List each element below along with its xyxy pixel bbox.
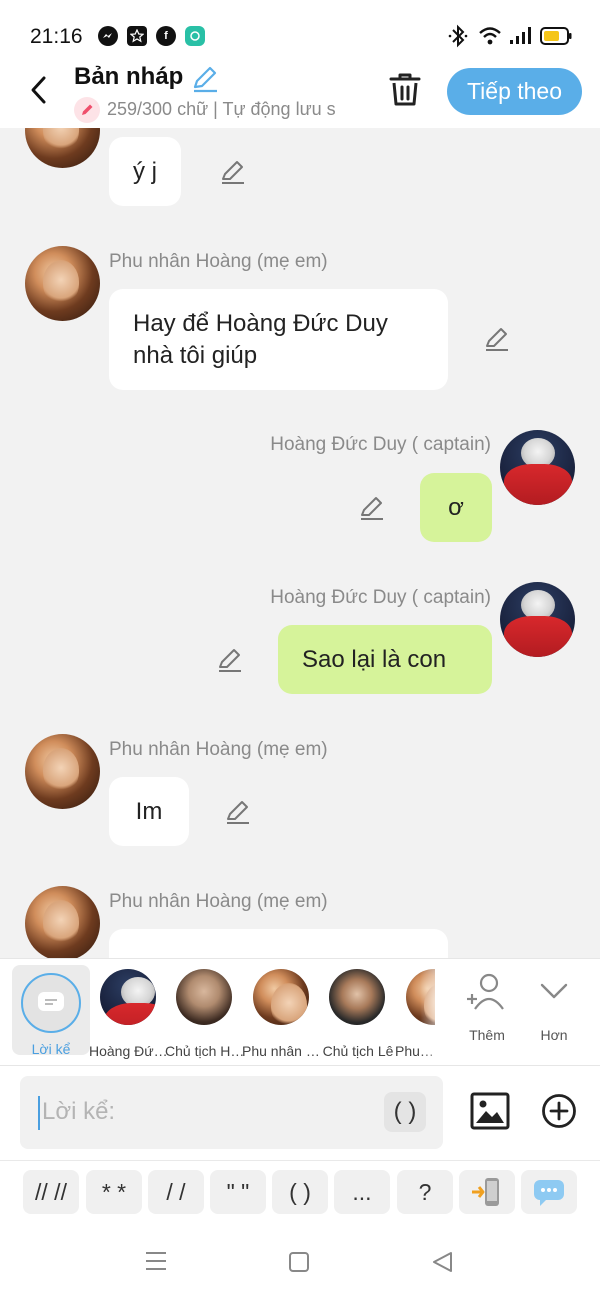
- chevron-down-icon: [540, 983, 568, 999]
- trash-icon[interactable]: [386, 70, 424, 113]
- insert-dialog-button[interactable]: [521, 1170, 577, 1214]
- avatar-phu-nhan-hoang[interactable]: [25, 246, 100, 321]
- word-count-autosave: 259/300 chữ | Tự động lưu s: [107, 99, 336, 119]
- system-navigation-bar: [0, 1224, 600, 1300]
- scroll-fade: [420, 959, 450, 1059]
- format-ellipsis-button[interactable]: ...: [334, 1170, 390, 1214]
- character-selector: Lời kể Hoàng Đức Duy ( captain) Chủ tịch…: [0, 958, 600, 1066]
- character-name: Chủ tịch Hoàng: [165, 1043, 245, 1059]
- more-button[interactable]: Hơn: [530, 971, 578, 1043]
- message-bubble[interactable]: Im: [109, 777, 189, 846]
- more-label: Hơn: [540, 1027, 568, 1043]
- narrator-label: Lời kể: [31, 1041, 71, 1057]
- avatar-phu-nhan-hoang[interactable]: [25, 128, 100, 168]
- sender-name: Hoàng Đức Duy ( captain): [270, 434, 491, 455]
- add-character-button[interactable]: Thêm: [462, 971, 512, 1043]
- character-name: Chủ tịch Lê: [322, 1043, 394, 1059]
- sender-name: Hoàng Đức Duy ( captain): [270, 587, 491, 608]
- battery-icon: [540, 27, 572, 50]
- edit-message-pencil-icon[interactable]: [223, 797, 253, 827]
- sender-name: Phu nhân Hoàng (mẹ em): [109, 251, 328, 272]
- avatar-hoang-duc-duy[interactable]: [500, 582, 575, 657]
- format-toolbar: // // * * / / " " ( ) ... ?: [0, 1160, 600, 1224]
- bluetooth-icon: [447, 24, 469, 53]
- back-triangle-icon[interactable]: [430, 1250, 454, 1279]
- message-bubble[interactable]: Sao lại là con: [278, 625, 492, 694]
- message-bubble[interactable]: ý j: [109, 137, 181, 206]
- image-icon[interactable]: [470, 1092, 510, 1135]
- sender-name: Phu nhân Hoàng (mẹ em): [109, 891, 328, 912]
- text-caret: [38, 1096, 40, 1130]
- add-circle-icon[interactable]: [541, 1093, 577, 1134]
- app-header: Bản nháp 259/300 chữ | Tự động lưu s Tiế…: [0, 62, 600, 128]
- character-name: Hoàng Đức Duy ( captain): [89, 1043, 169, 1059]
- chevron-left-icon: [31, 76, 46, 104]
- narration-input[interactable]: Lời kể: ( ): [20, 1076, 443, 1149]
- status-bar: 21:16 f: [0, 0, 600, 62]
- facebook-icon: f: [156, 26, 176, 46]
- star-icon: [127, 26, 147, 46]
- format-slash-button[interactable]: / /: [148, 1170, 204, 1214]
- format-quotes-button[interactable]: " ": [210, 1170, 266, 1214]
- menu-icon[interactable]: [144, 1250, 168, 1277]
- message-bubble[interactable]: [109, 929, 448, 958]
- edit-title-pencil-icon[interactable]: [190, 63, 220, 98]
- add-character-label: Thêm: [469, 1027, 505, 1043]
- character-avatar: [100, 969, 156, 1025]
- character-name: Phu nhân Hoàng (mẹ em): [242, 1043, 322, 1059]
- messenger-icon: [98, 26, 118, 46]
- avatar-phu-nhan-hoang[interactable]: [25, 886, 100, 958]
- parentheses-button[interactable]: ( ): [384, 1092, 426, 1132]
- input-placeholder: Lời kể:: [42, 1098, 116, 1125]
- character-avatar: [329, 969, 385, 1025]
- composer: Lời kể: ( ): [0, 1066, 600, 1160]
- signal-icon: [508, 24, 532, 53]
- home-square-icon[interactable]: [288, 1251, 310, 1278]
- chat-dots-icon: [534, 1180, 564, 1206]
- insert-scene-button[interactable]: [459, 1170, 515, 1214]
- edit-message-pencil-icon[interactable]: [482, 324, 512, 354]
- format-question-button[interactable]: ?: [397, 1170, 453, 1214]
- message-bubble[interactable]: Hay để Hoàng Đức Duy nhà tôi giúp: [109, 289, 448, 390]
- next-button[interactable]: Tiếp theo: [447, 68, 582, 115]
- back-button[interactable]: [22, 72, 54, 108]
- edit-message-pencil-icon[interactable]: [357, 493, 387, 523]
- avatar-hoang-duc-duy[interactable]: [500, 430, 575, 505]
- format-asterisk-button[interactable]: * *: [86, 1170, 142, 1214]
- message-bubble[interactable]: ơ: [420, 473, 492, 542]
- page-title: Bản nháp: [74, 63, 184, 90]
- sender-name: Phu nhân Hoàng (mẹ em): [109, 739, 328, 760]
- phone-arrow-icon: [472, 1178, 499, 1206]
- add-person-icon: [467, 973, 504, 1010]
- status-time: 21:16: [30, 25, 83, 48]
- chat-bubble-icon: [185, 26, 205, 46]
- format-parentheses-button[interactable]: ( ): [272, 1170, 328, 1214]
- edit-message-pencil-icon[interactable]: [218, 157, 248, 187]
- narrator-icon: [21, 973, 81, 1033]
- pencil-badge-icon: [74, 97, 100, 123]
- format-double-slash-button[interactable]: // //: [23, 1170, 79, 1214]
- wifi-icon: [478, 24, 502, 53]
- edit-message-pencil-icon[interactable]: [215, 645, 245, 675]
- avatar-phu-nhan-hoang[interactable]: [25, 734, 100, 809]
- chat-area[interactable]: ý j Phu nhân Hoàng (mẹ em) Hay để Hoàng …: [0, 128, 600, 958]
- character-avatar: [253, 969, 309, 1025]
- character-avatar: [176, 969, 232, 1025]
- narrator-option[interactable]: Lời kể: [12, 965, 90, 1057]
